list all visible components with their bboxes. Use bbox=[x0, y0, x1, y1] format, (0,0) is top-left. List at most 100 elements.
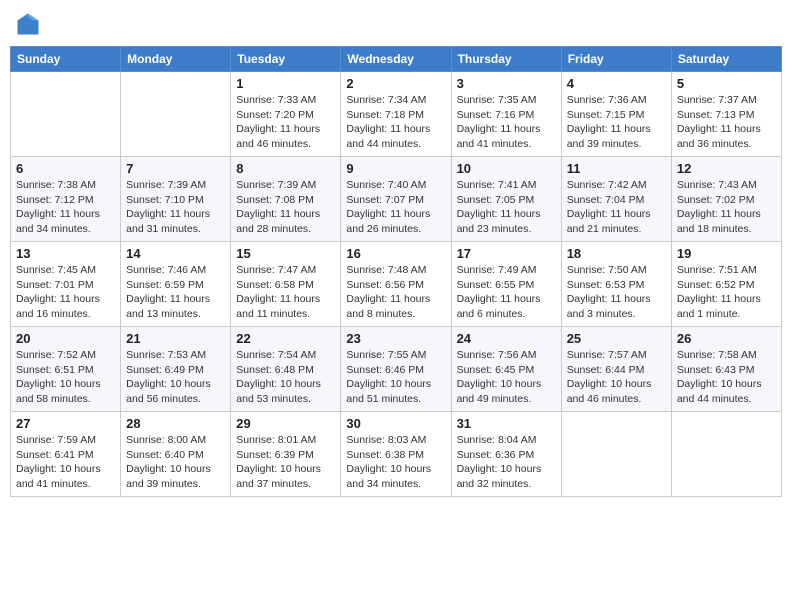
day-number: 26 bbox=[677, 331, 776, 346]
day-number: 19 bbox=[677, 246, 776, 261]
day-info: Sunrise: 7:55 AMSunset: 6:46 PMDaylight:… bbox=[346, 348, 445, 407]
day-number: 14 bbox=[126, 246, 225, 261]
day-number: 31 bbox=[457, 416, 556, 431]
day-info: Sunrise: 7:59 AMSunset: 6:41 PMDaylight:… bbox=[16, 433, 115, 492]
day-number: 30 bbox=[346, 416, 445, 431]
logo-icon bbox=[14, 10, 42, 38]
calendar-cell: 8 Sunrise: 7:39 AMSunset: 7:08 PMDaylight… bbox=[231, 157, 341, 242]
calendar-cell: 31 Sunrise: 8:04 AMSunset: 6:36 PMDayligh… bbox=[451, 412, 561, 497]
weekday-header: Tuesday bbox=[231, 47, 341, 72]
calendar-cell: 11Sunrise: 7:42 AMSunset: 7:04 PMDayligh… bbox=[561, 157, 671, 242]
day-number: 20 bbox=[16, 331, 115, 346]
calendar-cell: 25 Sunrise: 7:57 AMSunset: 6:44 PMDayligh… bbox=[561, 327, 671, 412]
day-number: 4 bbox=[567, 76, 666, 91]
logo bbox=[14, 10, 44, 38]
day-info: Sunrise: 8:00 AMSunset: 6:40 PMDaylight:… bbox=[126, 433, 225, 492]
day-info: Sunrise: 7:39 AMSunset: 7:08 PMDaylight:… bbox=[236, 178, 335, 237]
calendar-cell: 23 Sunrise: 7:55 AMSunset: 6:46 PMDayligh… bbox=[341, 327, 451, 412]
day-info: Sunrise: 7:37 AMSunset: 7:13 PMDaylight:… bbox=[677, 93, 776, 152]
day-number: 1 bbox=[236, 76, 335, 91]
calendar-cell: 2 Sunrise: 7:34 AMSunset: 7:18 PMDaylight… bbox=[341, 72, 451, 157]
calendar-cell: 21 Sunrise: 7:53 AMSunset: 6:49 PMDayligh… bbox=[121, 327, 231, 412]
day-number: 9 bbox=[346, 161, 445, 176]
day-info: Sunrise: 7:58 AMSunset: 6:43 PMDaylight:… bbox=[677, 348, 776, 407]
calendar-cell bbox=[11, 72, 121, 157]
day-number: 29 bbox=[236, 416, 335, 431]
calendar-week-row: 6 Sunrise: 7:38 AMSunset: 7:12 PMDaylight… bbox=[11, 157, 782, 242]
page-header bbox=[10, 10, 782, 38]
day-info: Sunrise: 7:45 AMSunset: 7:01 PMDaylight:… bbox=[16, 263, 115, 322]
day-number: 21 bbox=[126, 331, 225, 346]
day-info: Sunrise: 7:49 AMSunset: 6:55 PMDaylight:… bbox=[457, 263, 556, 322]
calendar-cell: 17 Sunrise: 7:49 AMSunset: 6:55 PMDayligh… bbox=[451, 242, 561, 327]
day-info: Sunrise: 8:04 AMSunset: 6:36 PMDaylight:… bbox=[457, 433, 556, 492]
day-info: Sunrise: 7:57 AMSunset: 6:44 PMDaylight:… bbox=[567, 348, 666, 407]
day-number: 15 bbox=[236, 246, 335, 261]
day-info: Sunrise: 8:01 AMSunset: 6:39 PMDaylight:… bbox=[236, 433, 335, 492]
day-info: Sunrise: 7:52 AMSunset: 6:51 PMDaylight:… bbox=[16, 348, 115, 407]
calendar-cell bbox=[561, 412, 671, 497]
weekday-header: Thursday bbox=[451, 47, 561, 72]
calendar-cell: 28 Sunrise: 8:00 AMSunset: 6:40 PMDayligh… bbox=[121, 412, 231, 497]
day-number: 3 bbox=[457, 76, 556, 91]
day-number: 25 bbox=[567, 331, 666, 346]
day-info: Sunrise: 8:03 AMSunset: 6:38 PMDaylight:… bbox=[346, 433, 445, 492]
day-info: Sunrise: 7:39 AMSunset: 7:10 PMDaylight:… bbox=[126, 178, 225, 237]
day-number: 5 bbox=[677, 76, 776, 91]
day-info: Sunrise: 7:41 AMSunset: 7:05 PMDaylight:… bbox=[457, 178, 556, 237]
day-number: 2 bbox=[346, 76, 445, 91]
day-number: 23 bbox=[346, 331, 445, 346]
calendar-cell: 10 Sunrise: 7:41 AMSunset: 7:05 PMDayligh… bbox=[451, 157, 561, 242]
calendar-cell: 22Sunrise: 7:54 AMSunset: 6:48 PMDayligh… bbox=[231, 327, 341, 412]
calendar-cell: 18 Sunrise: 7:50 AMSunset: 6:53 PMDayligh… bbox=[561, 242, 671, 327]
day-info: Sunrise: 7:56 AMSunset: 6:45 PMDaylight:… bbox=[457, 348, 556, 407]
calendar-cell: 27 Sunrise: 7:59 AMSunset: 6:41 PMDayligh… bbox=[11, 412, 121, 497]
day-number: 17 bbox=[457, 246, 556, 261]
day-number: 10 bbox=[457, 161, 556, 176]
calendar-cell: 19 Sunrise: 7:51 AMSunset: 6:52 PMDayligh… bbox=[671, 242, 781, 327]
calendar-cell: 26 Sunrise: 7:58 AMSunset: 6:43 PMDayligh… bbox=[671, 327, 781, 412]
day-info: Sunrise: 7:35 AMSunset: 7:16 PMDaylight:… bbox=[457, 93, 556, 152]
calendar-cell: 4 Sunrise: 7:36 AMSunset: 7:15 PMDaylight… bbox=[561, 72, 671, 157]
calendar-cell bbox=[121, 72, 231, 157]
calendar-cell: 3 Sunrise: 7:35 AMSunset: 7:16 PMDaylight… bbox=[451, 72, 561, 157]
day-info: Sunrise: 7:38 AMSunset: 7:12 PMDaylight:… bbox=[16, 178, 115, 237]
day-number: 13 bbox=[16, 246, 115, 261]
day-info: Sunrise: 7:53 AMSunset: 6:49 PMDaylight:… bbox=[126, 348, 225, 407]
day-number: 8 bbox=[236, 161, 335, 176]
day-number: 16 bbox=[346, 246, 445, 261]
calendar-cell: 6 Sunrise: 7:38 AMSunset: 7:12 PMDaylight… bbox=[11, 157, 121, 242]
calendar-cell: 12 Sunrise: 7:43 AMSunset: 7:02 PMDayligh… bbox=[671, 157, 781, 242]
day-info: Sunrise: 7:51 AMSunset: 6:52 PMDaylight:… bbox=[677, 263, 776, 322]
calendar-week-row: 1 Sunrise: 7:33 AMSunset: 7:20 PMDaylight… bbox=[11, 72, 782, 157]
weekday-header: Wednesday bbox=[341, 47, 451, 72]
day-info: Sunrise: 7:47 AMSunset: 6:58 PMDaylight:… bbox=[236, 263, 335, 322]
day-number: 27 bbox=[16, 416, 115, 431]
calendar-cell: 13 Sunrise: 7:45 AMSunset: 7:01 PMDayligh… bbox=[11, 242, 121, 327]
calendar-cell: 24Sunrise: 7:56 AMSunset: 6:45 PMDayligh… bbox=[451, 327, 561, 412]
calendar-cell: 30 Sunrise: 8:03 AMSunset: 6:38 PMDayligh… bbox=[341, 412, 451, 497]
calendar-cell: 16Sunrise: 7:48 AMSunset: 6:56 PMDayligh… bbox=[341, 242, 451, 327]
calendar-cell: 1 Sunrise: 7:33 AMSunset: 7:20 PMDaylight… bbox=[231, 72, 341, 157]
day-info: Sunrise: 7:54 AMSunset: 6:48 PMDaylight:… bbox=[236, 348, 335, 407]
calendar-header-row: SundayMondayTuesdayWednesdayThursdayFrid… bbox=[11, 47, 782, 72]
calendar-table: SundayMondayTuesdayWednesdayThursdayFrid… bbox=[10, 46, 782, 497]
day-info: Sunrise: 7:50 AMSunset: 6:53 PMDaylight:… bbox=[567, 263, 666, 322]
day-info: Sunrise: 7:34 AMSunset: 7:18 PMDaylight:… bbox=[346, 93, 445, 152]
day-number: 12 bbox=[677, 161, 776, 176]
calendar-cell: 29 Sunrise: 8:01 AMSunset: 6:39 PMDayligh… bbox=[231, 412, 341, 497]
day-info: Sunrise: 7:43 AMSunset: 7:02 PMDaylight:… bbox=[677, 178, 776, 237]
calendar-cell: 14Sunrise: 7:46 AMSunset: 6:59 PMDayligh… bbox=[121, 242, 231, 327]
weekday-header: Friday bbox=[561, 47, 671, 72]
day-info: Sunrise: 7:36 AMSunset: 7:15 PMDaylight:… bbox=[567, 93, 666, 152]
calendar-cell: 5 Sunrise: 7:37 AMSunset: 7:13 PMDaylight… bbox=[671, 72, 781, 157]
calendar-cell: 9Sunrise: 7:40 AMSunset: 7:07 PMDaylight… bbox=[341, 157, 451, 242]
day-info: Sunrise: 7:33 AMSunset: 7:20 PMDaylight:… bbox=[236, 93, 335, 152]
day-number: 11 bbox=[567, 161, 666, 176]
day-number: 28 bbox=[126, 416, 225, 431]
day-number: 6 bbox=[16, 161, 115, 176]
calendar-cell bbox=[671, 412, 781, 497]
calendar-week-row: 13 Sunrise: 7:45 AMSunset: 7:01 PMDayligh… bbox=[11, 242, 782, 327]
day-number: 18 bbox=[567, 246, 666, 261]
weekday-header: Monday bbox=[121, 47, 231, 72]
